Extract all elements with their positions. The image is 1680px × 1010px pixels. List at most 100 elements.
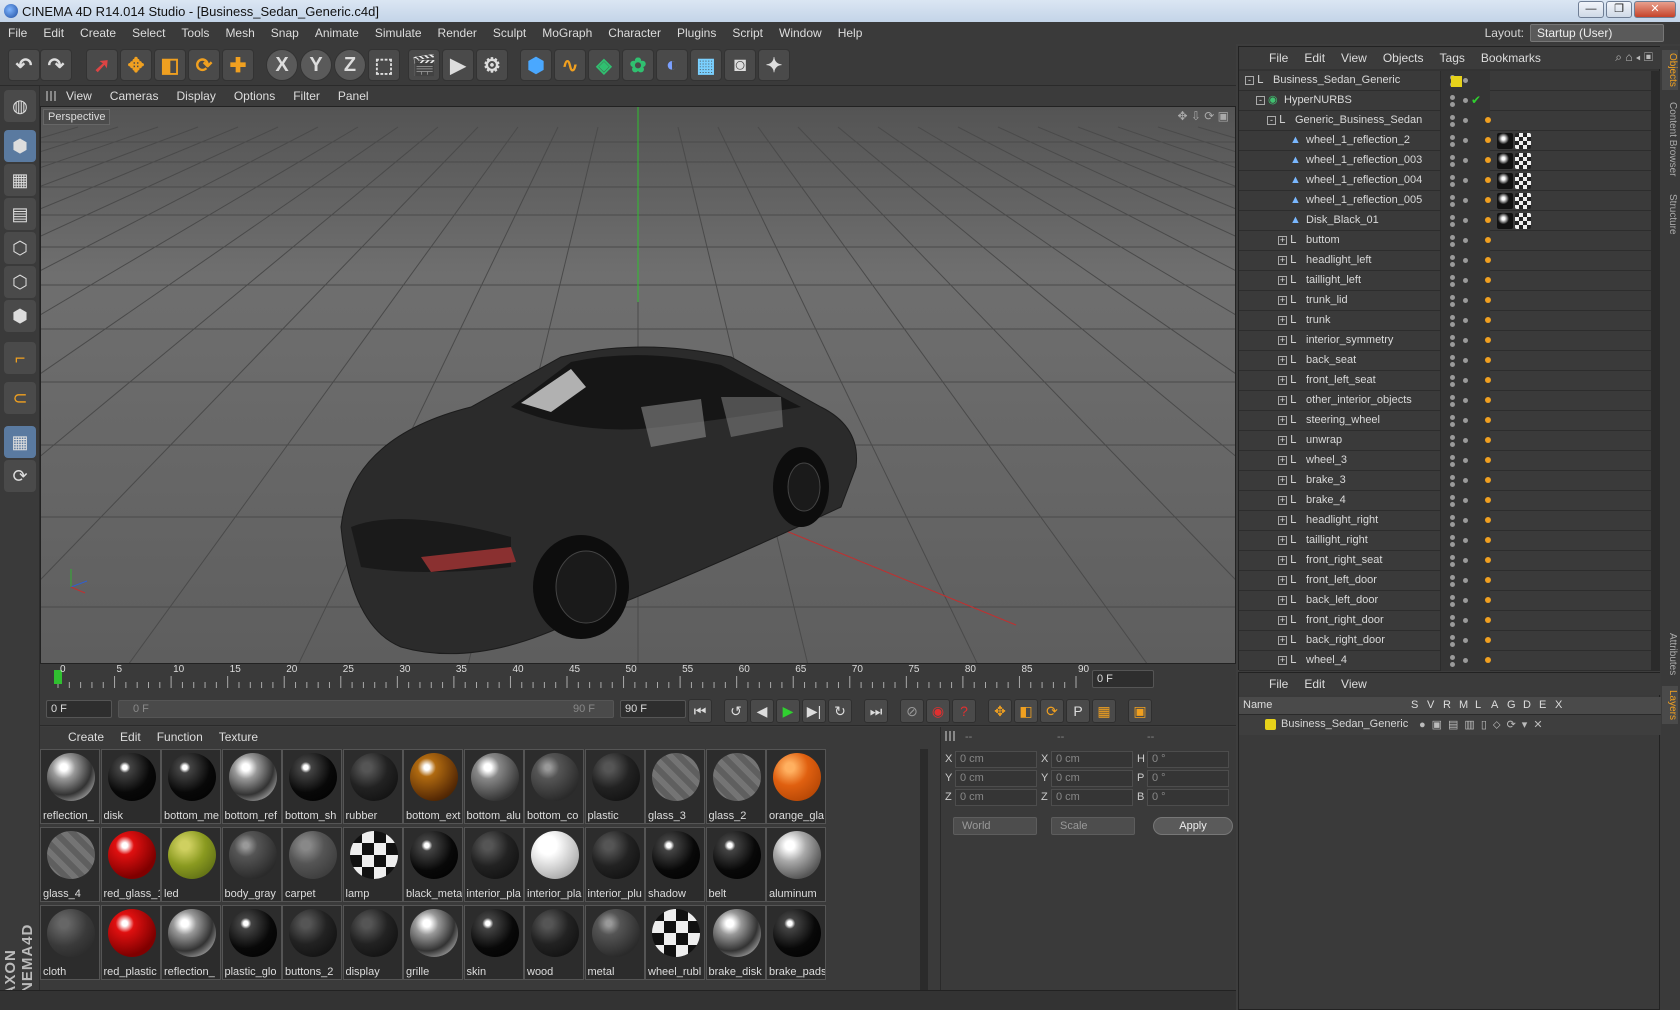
- visibility-dots[interactable]: [1440, 291, 1491, 311]
- phong-tag-dot[interactable]: [1485, 297, 1491, 303]
- enable-dot[interactable]: [1463, 318, 1468, 323]
- visibility-dots[interactable]: [1440, 371, 1491, 391]
- object-row[interactable]: + ᒪ buttom: [1239, 231, 1651, 251]
- render-visibility-dot[interactable]: [1450, 142, 1455, 147]
- enable-dot[interactable]: [1463, 558, 1468, 563]
- material-belt[interactable]: belt: [705, 827, 766, 902]
- texture-tag-icon[interactable]: [1515, 173, 1531, 189]
- object-row[interactable]: - ◉ HyperNURBS ✔: [1239, 91, 1651, 111]
- enable-dot[interactable]: [1463, 138, 1468, 143]
- phong-tag-dot[interactable]: [1485, 157, 1491, 163]
- keyframe-selection-icon[interactable]: ?: [952, 699, 976, 723]
- render-visibility-dot[interactable]: [1450, 422, 1455, 427]
- z-axis-icon[interactable]: Z: [334, 49, 366, 81]
- object-row[interactable]: + ᒪ trunk: [1239, 311, 1651, 331]
- texture-tag-icon[interactable]: [1515, 213, 1531, 229]
- phong-tag-dot[interactable]: [1485, 117, 1491, 123]
- enable-dot[interactable]: [1463, 178, 1468, 183]
- layer-column-v[interactable]: V: [1427, 699, 1434, 711]
- material-led[interactable]: led: [161, 827, 221, 902]
- material-aluminum[interactable]: aluminum: [766, 827, 826, 902]
- rotation-field[interactable]: 0 °: [1147, 770, 1229, 787]
- layer-color-tag[interactable]: [1451, 76, 1462, 87]
- material-glass-3[interactable]: glass_3: [645, 749, 705, 824]
- y-axis-icon[interactable]: Y: [300, 49, 332, 81]
- render-settings-icon[interactable]: ⚙: [476, 49, 508, 81]
- phong-tag-dot[interactable]: [1485, 417, 1491, 423]
- enable-dot[interactable]: [1463, 238, 1468, 243]
- viewport-menu-display[interactable]: Display: [166, 89, 223, 103]
- enable-dot[interactable]: [1463, 538, 1468, 543]
- coordinate-system-icon[interactable]: ⬚: [368, 49, 400, 81]
- editor-visibility-dot[interactable]: [1450, 195, 1455, 200]
- phong-tag-dot[interactable]: [1485, 277, 1491, 283]
- editor-visibility-dot[interactable]: [1450, 615, 1455, 620]
- menu-create[interactable]: Create: [72, 26, 124, 40]
- object-row[interactable]: ▲ Disk_Black_01: [1239, 211, 1651, 231]
- object-row[interactable]: + ᒪ unwrap: [1239, 431, 1651, 451]
- editor-visibility-dot[interactable]: [1450, 475, 1455, 480]
- material-wheel-rubl[interactable]: wheel_rubl: [645, 905, 705, 980]
- editor-visibility-dot[interactable]: [1450, 115, 1455, 120]
- phong-tag-dot[interactable]: [1485, 657, 1491, 663]
- visibility-dots[interactable]: [1440, 131, 1491, 151]
- editor-visibility-dot[interactable]: [1450, 315, 1455, 320]
- phong-tag-dot[interactable]: [1485, 597, 1491, 603]
- material-interior-pla[interactable]: interior_pla: [524, 827, 584, 902]
- layer-column-x[interactable]: X: [1555, 699, 1562, 711]
- object-row[interactable]: + ᒪ wheel_3: [1239, 451, 1651, 471]
- viewport-menu-options[interactable]: Options: [224, 89, 283, 103]
- editor-visibility-dot[interactable]: [1450, 135, 1455, 140]
- key-position-icon[interactable]: ✥: [988, 699, 1012, 723]
- object-row[interactable]: + ᒪ front_left_seat: [1239, 371, 1651, 391]
- phong-tag-dot[interactable]: [1485, 637, 1491, 643]
- expand-icon[interactable]: +: [1278, 596, 1287, 605]
- visibility-dots[interactable]: [1440, 151, 1491, 171]
- panel-grip-icon[interactable]: [46, 91, 56, 101]
- undo-icon[interactable]: ↶: [8, 49, 40, 81]
- phong-tag-dot[interactable]: [1485, 477, 1491, 483]
- viewport-nav-icons[interactable]: ✥ ⇩ ⟳ ▣: [1177, 109, 1229, 123]
- material-tag-icon[interactable]: [1497, 153, 1513, 169]
- render-visibility-dot[interactable]: [1450, 562, 1455, 567]
- next-key-icon[interactable]: ↻: [828, 699, 852, 723]
- workplane-mode-icon[interactable]: ▤: [4, 198, 36, 230]
- menu-help[interactable]: Help: [830, 26, 871, 40]
- position-field[interactable]: 0 cm: [955, 770, 1037, 787]
- texture-tag-icon[interactable]: [1515, 133, 1531, 149]
- expand-icon[interactable]: +: [1278, 316, 1287, 325]
- editor-visibility-dot[interactable]: [1450, 575, 1455, 580]
- material-plastic-glo[interactable]: plastic_glo: [221, 905, 282, 980]
- array-icon[interactable]: ✿: [622, 49, 654, 81]
- model-mode-icon[interactable]: ◍: [4, 90, 36, 122]
- phong-tag-dot[interactable]: [1485, 137, 1491, 143]
- viewport-menu-cameras[interactable]: Cameras: [100, 89, 167, 103]
- material-bottom-ref[interactable]: bottom_ref: [221, 749, 282, 824]
- key-pla-icon[interactable]: ▦: [1092, 699, 1116, 723]
- enable-dot[interactable]: [1463, 458, 1468, 463]
- editor-visibility-dot[interactable]: [1450, 595, 1455, 600]
- enable-dot[interactable]: [1463, 218, 1468, 223]
- object-row[interactable]: + ᒪ taillight_right: [1239, 531, 1651, 551]
- expand-icon[interactable]: +: [1278, 436, 1287, 445]
- object-row[interactable]: + ᒪ front_right_door: [1239, 611, 1651, 631]
- material-shadow[interactable]: shadow: [645, 827, 705, 902]
- visibility-dots[interactable]: [1440, 251, 1491, 271]
- material-menu-edit[interactable]: Edit: [112, 730, 149, 744]
- frame-range-slider[interactable]: 0 F 90 F: [118, 700, 614, 718]
- editor-visibility-dot[interactable]: [1450, 435, 1455, 440]
- viewport-label[interactable]: Perspective: [43, 109, 111, 125]
- editor-visibility-dot[interactable]: [1450, 535, 1455, 540]
- expand-icon[interactable]: +: [1278, 236, 1287, 245]
- material-bottom-me[interactable]: bottom_me: [161, 749, 221, 824]
- object-row[interactable]: + ᒪ front_left_door: [1239, 571, 1651, 591]
- visibility-dots[interactable]: [1440, 651, 1491, 671]
- visibility-dots[interactable]: [1440, 411, 1491, 431]
- layer-menu-view[interactable]: View: [1333, 677, 1375, 691]
- phong-tag-dot[interactable]: [1485, 557, 1491, 563]
- spline-pen-icon[interactable]: ∿: [554, 49, 586, 81]
- editor-visibility-dot[interactable]: [1450, 395, 1455, 400]
- maximize-button[interactable]: ❐: [1606, 1, 1632, 18]
- size-field[interactable]: 0 cm: [1051, 789, 1133, 806]
- material-tag-icon[interactable]: [1497, 193, 1513, 209]
